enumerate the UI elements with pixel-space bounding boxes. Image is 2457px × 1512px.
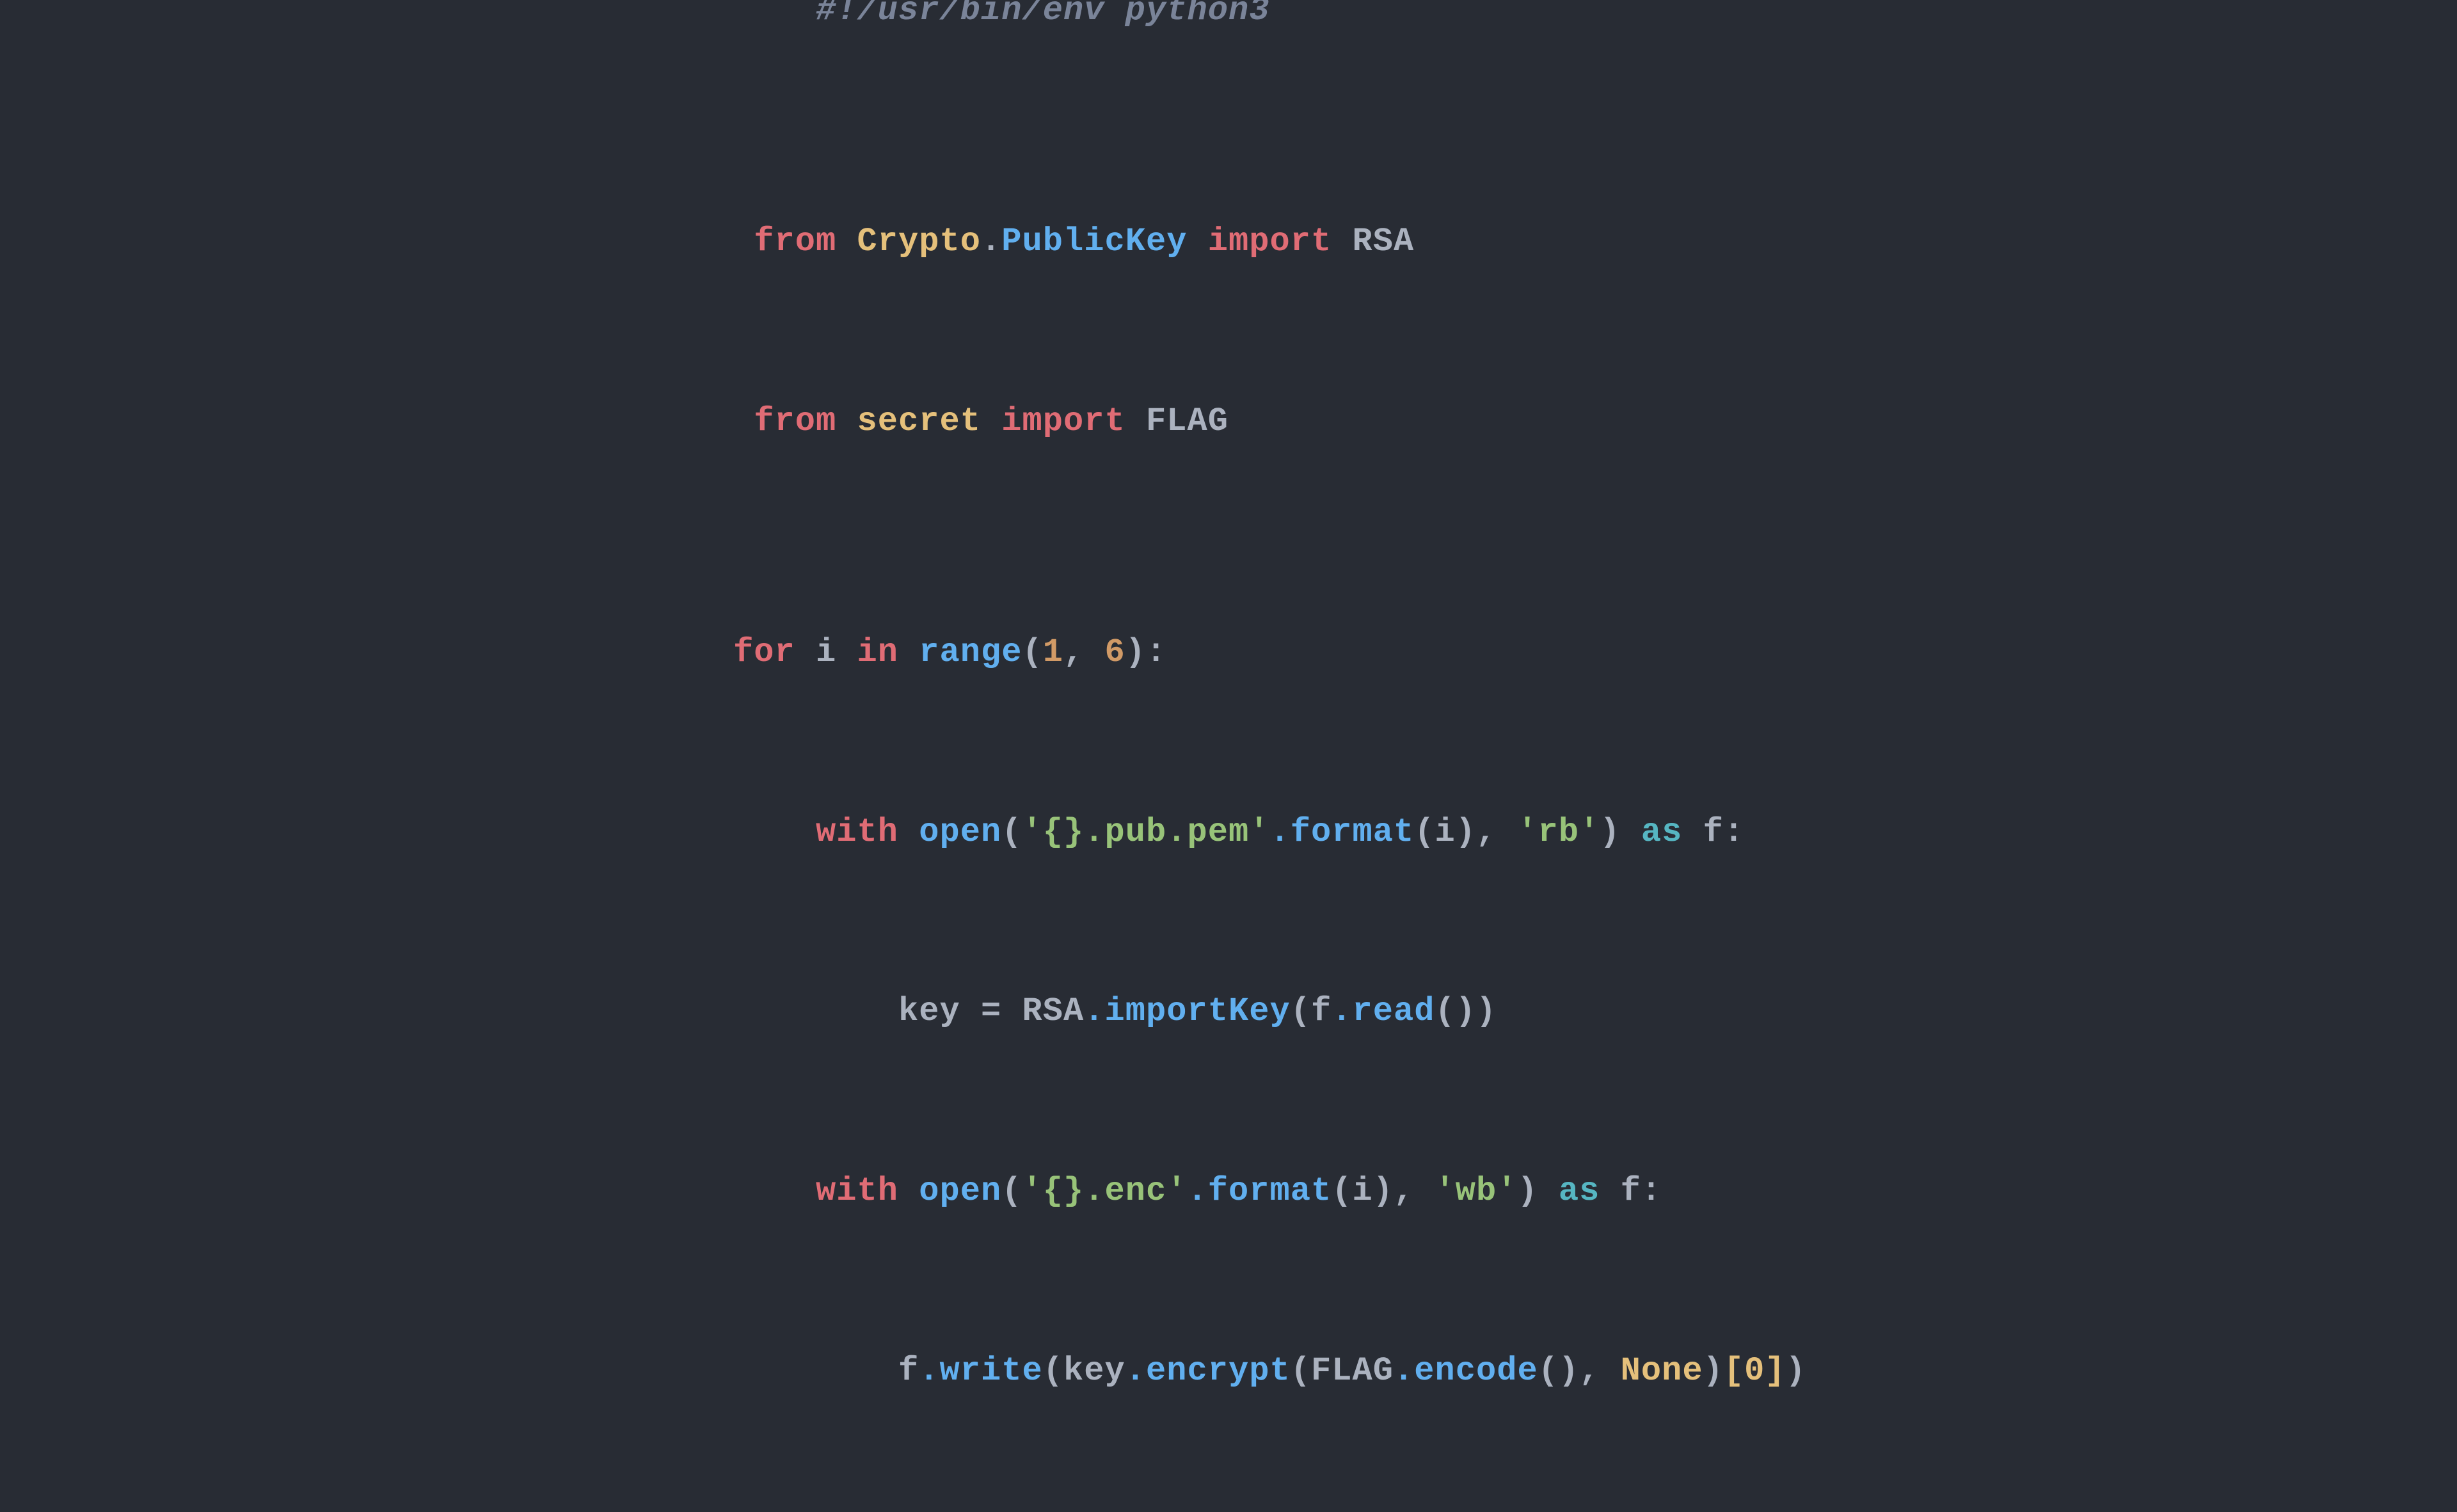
wb-string: 'wb' [1435, 1172, 1517, 1210]
key-var-2: key [1063, 1352, 1125, 1390]
code-line-3: from secret import FLAG [651, 331, 1806, 511]
open-func-2: open [919, 1172, 1001, 1210]
paren-12: ) [1517, 1172, 1538, 1210]
code-line-4: for i in range(1, 6): [651, 562, 1806, 742]
shebang-comment: #!/usr/bin/env python3 [733, 0, 1269, 29]
i-var-2: i [1352, 1172, 1372, 1210]
publickey-class: PublicKey [1001, 223, 1187, 260]
as-keyword-2: as [1538, 1172, 1621, 1210]
f-var-4: f [733, 1352, 919, 1390]
as-keyword-1: as [1621, 813, 1703, 851]
pub-pem-string: '{}.pub.pem' [1022, 813, 1270, 851]
read-method: .read [1332, 992, 1435, 1030]
blank-line-2 [651, 511, 1806, 562]
secret-module: secret [857, 402, 981, 440]
comma-3: , [1394, 1172, 1435, 1210]
key-var: key [733, 992, 981, 1030]
flag-2: FLAG [1311, 1352, 1394, 1390]
paren-3: ( [1001, 813, 1022, 851]
f-var-1: f: [1703, 813, 1745, 851]
crypto-module: Crypto [857, 223, 981, 260]
write-method: .write [919, 1352, 1042, 1390]
paren-6: ) [1600, 813, 1620, 851]
with-keyword-2: with [733, 1172, 919, 1210]
bracket-idx: [0] [1724, 1352, 1786, 1390]
rsa-2: RSA [1022, 992, 1085, 1030]
for-keyword: for [733, 633, 816, 671]
code-line-1: #!/usr/bin/env python3 [651, 0, 1806, 101]
in-keyword: in [857, 633, 919, 671]
num-1: 1 [1043, 633, 1063, 671]
code-block: #!/usr/bin/env python3 from Crypto.Publi… [587, 0, 1870, 1512]
num-6: 6 [1105, 633, 1125, 671]
colon-1: : [1146, 633, 1166, 671]
code-line-7: with open('{}.enc'.format(i), 'wb') as f… [651, 1102, 1806, 1282]
paren-1: ( [1022, 633, 1043, 671]
i-var-1: i [1435, 813, 1455, 851]
paren-15: (), [1538, 1352, 1621, 1390]
f-var-2: f [1311, 992, 1332, 1030]
import-keyword-2: import [981, 402, 1146, 440]
paren-8: ()) [1435, 992, 1497, 1030]
loop-var-i: i [816, 633, 857, 671]
paren-7: ( [1291, 992, 1311, 1030]
paren-13: ( [1043, 1352, 1063, 1390]
range-func: range [919, 633, 1022, 671]
from-keyword-2: from [733, 402, 857, 440]
paren-14: ( [1291, 1352, 1311, 1390]
paren-4: ( [1414, 813, 1435, 851]
code-line-8: f.write(key.encrypt(FLAG.encode(), None)… [651, 1281, 1806, 1461]
enc-string: '{}.enc' [1022, 1172, 1188, 1210]
import-keyword-1: import [1188, 223, 1353, 260]
paren-16: ) [1703, 1352, 1724, 1390]
blank-line-1 [651, 101, 1806, 152]
with-keyword-1: with [733, 813, 919, 851]
f-var-3: f: [1621, 1172, 1662, 1210]
paren-17: ) [1786, 1352, 1806, 1390]
paren-11: ) [1373, 1172, 1394, 1210]
format-method-1: .format [1269, 813, 1414, 851]
comma-1: , [1063, 633, 1105, 671]
code-line-6: key = RSA.importKey(f.read()) [651, 922, 1806, 1102]
flag-constant: FLAG [1146, 402, 1228, 440]
paren-2: ) [1125, 633, 1146, 671]
rb-string: 'rb' [1517, 813, 1600, 851]
paren-10: ( [1332, 1172, 1352, 1210]
rsa-constant: RSA [1352, 223, 1414, 260]
comma-2: , [1476, 813, 1518, 851]
paren-9: ( [1001, 1172, 1022, 1210]
none-keyword: None [1621, 1352, 1703, 1390]
format-method-2: .format [1187, 1172, 1332, 1210]
from-keyword: from [733, 223, 857, 260]
importkey-method: .importKey [1084, 992, 1290, 1030]
code-line-5: with open('{}.pub.pem'.format(i), 'rb') … [651, 742, 1806, 922]
encode-method: .encode [1394, 1352, 1538, 1390]
code-line-2: from Crypto.PublicKey import RSA [651, 152, 1806, 332]
dot-1: . [981, 223, 1001, 260]
equals-op: = [981, 992, 1022, 1030]
paren-5: ) [1456, 813, 1476, 851]
encrypt-method: .encrypt [1125, 1352, 1291, 1390]
open-func-1: open [919, 813, 1001, 851]
